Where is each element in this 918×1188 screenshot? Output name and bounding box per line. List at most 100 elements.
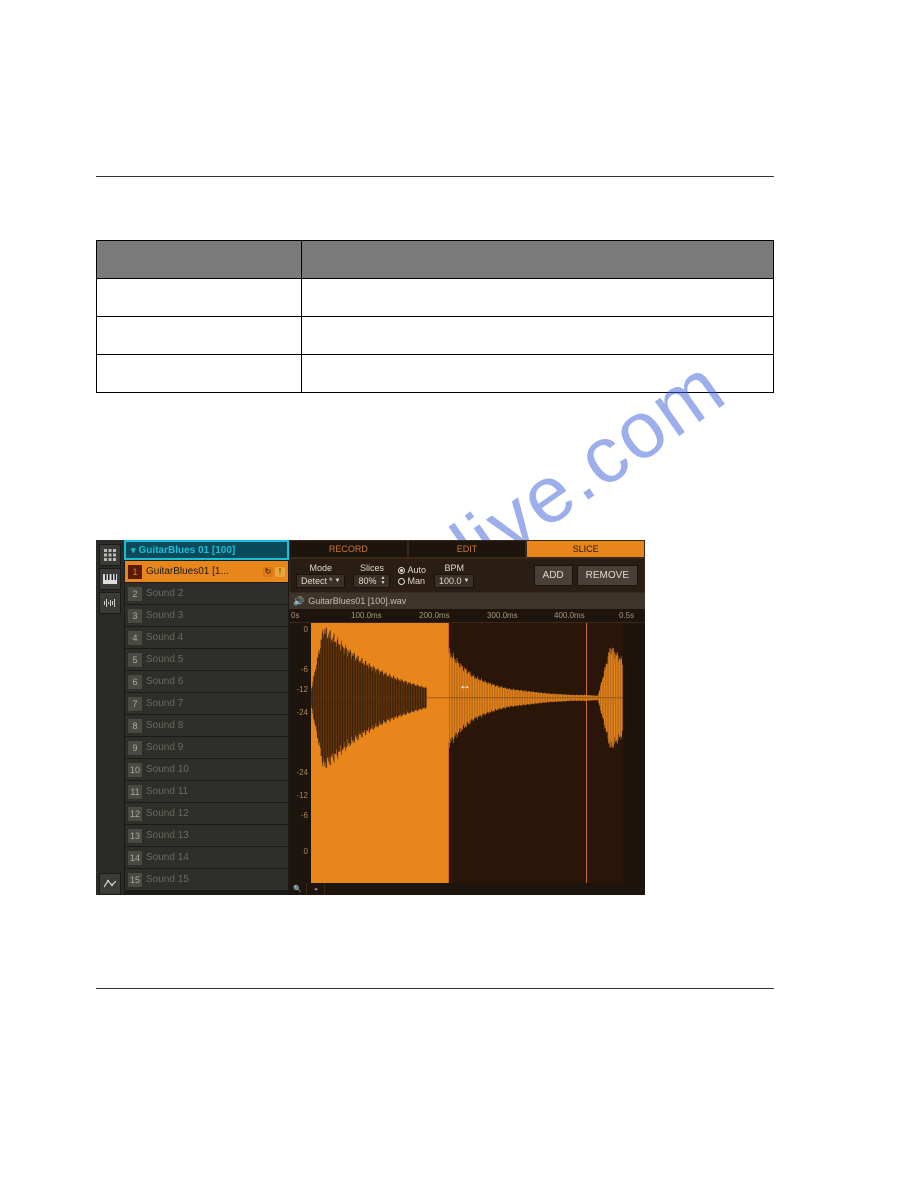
r1c2: [302, 279, 774, 317]
chevron-down-icon: ▼: [335, 578, 341, 584]
sound-name: GuitarBlues01 [1...: [146, 566, 263, 577]
tab-edit[interactable]: EDIT: [408, 540, 527, 558]
loop-icon[interactable]: ↻: [263, 567, 273, 577]
sound-row[interactable]: 14 Sound 14: [125, 847, 288, 868]
db-scale-left: 0 -6 -12 -24 -24 -12 -6 0: [289, 623, 311, 883]
radio-dot-icon: [398, 567, 405, 574]
speaker-icon[interactable]: 🔊: [293, 596, 304, 607]
sound-index: 5: [128, 653, 142, 667]
sound-name: Sound 15: [146, 874, 285, 885]
waveform-svg: [311, 623, 623, 773]
sound-name: Sound 13: [146, 830, 285, 841]
waveform-view[interactable]: 0 -6 -12 -24 -24 -12 -6 0 ↔: [289, 623, 645, 883]
left-icon-rail: [96, 540, 124, 895]
sound-index: 11: [128, 785, 142, 799]
bpm-dropdown[interactable]: 100.0▼: [434, 574, 474, 588]
sound-index: 14: [128, 851, 142, 865]
keyboard-view-icon[interactable]: [99, 568, 121, 590]
sound-index: 2: [128, 587, 142, 601]
rule-top: [96, 176, 774, 177]
sound-name: Sound 12: [146, 808, 285, 819]
sound-index: 7: [128, 697, 142, 711]
sample-editor: RECORD EDIT SLICE Mode Detect*▼ Slices 8…: [289, 540, 645, 895]
ruler-tick: 200.0ms: [419, 611, 450, 620]
sound-index: 12: [128, 807, 142, 821]
sound-row[interactable]: 12 Sound 12: [125, 803, 288, 824]
sound-row[interactable]: 3 Sound 3: [125, 605, 288, 626]
auto-radio[interactable]: Auto: [398, 565, 426, 575]
grid-view-icon[interactable]: [99, 544, 121, 566]
spec-table: [96, 240, 774, 393]
db-scale-right: [623, 623, 645, 883]
slices-group: Slices 80% ▲▼: [353, 563, 390, 588]
info-icon[interactable]: !: [275, 567, 285, 577]
scroll-left-icon[interactable]: ◂: [307, 883, 325, 895]
add-button[interactable]: ADD: [534, 565, 573, 586]
filename: GuitarBlues01 [100].wav: [308, 596, 406, 606]
r3c2: [302, 355, 774, 393]
sound-row[interactable]: 5 Sound 5: [125, 649, 288, 670]
sound-index: 9: [128, 741, 142, 755]
waveform-canvas[interactable]: ↔: [311, 623, 623, 883]
wave-view-icon[interactable]: [99, 592, 121, 614]
sound-name: Sound 9: [146, 742, 285, 753]
sound-index: 4: [128, 631, 142, 645]
sound-row[interactable]: 7Sound 7: [125, 693, 288, 714]
sound-name: Sound 5: [146, 654, 285, 665]
sound-list: 1GuitarBlues01 [1...↻!2Sound 23Sound 34S…: [124, 560, 289, 895]
sound-row[interactable]: 8Sound 8: [125, 715, 288, 736]
sound-badges: ↻!: [263, 567, 285, 577]
mode-dropdown[interactable]: Detect*▼: [296, 574, 345, 588]
zoom-icon[interactable]: 🔍: [289, 883, 307, 895]
slices-spinner[interactable]: 80% ▲▼: [353, 574, 390, 588]
editor-tabs: RECORD EDIT SLICE: [289, 540, 645, 558]
sound-row[interactable]: 6 Sound 6: [125, 671, 288, 692]
ruler-tick: 400.0ms: [554, 611, 585, 620]
sound-name: Sound 10: [146, 764, 285, 775]
group-header[interactable]: ▾ GuitarBlues 01 [100]: [124, 540, 289, 560]
th1: [97, 241, 302, 279]
sound-row[interactable]: 4Sound 4: [125, 627, 288, 648]
r2c1: [97, 317, 302, 355]
sound-row[interactable]: 9 Sound 9: [125, 737, 288, 758]
bottom-bar: 🔍 ◂: [289, 883, 645, 895]
sound-row[interactable]: 11 Sound 11: [125, 781, 288, 802]
r1c1: [97, 279, 302, 317]
sound-row[interactable]: 2 Sound 2: [125, 583, 288, 604]
bpm-label: BPM: [444, 563, 464, 573]
sound-panel: ▾ GuitarBlues 01 [100] 1 GuitarBlues01 [1…: [124, 540, 289, 895]
bpm-group: BPM 100.0▼: [434, 563, 474, 588]
rail-spacer: [99, 616, 121, 871]
tab-record[interactable]: RECORD: [289, 540, 408, 558]
man-radio[interactable]: Man: [398, 576, 426, 586]
sound-name: Sound 6: [146, 676, 285, 687]
sound-row[interactable]: 1 GuitarBlues01 [1...↻!: [125, 561, 288, 582]
sound-row[interactable]: 15 Sound 15: [125, 869, 288, 890]
sound-name: Sound 2: [146, 588, 285, 599]
app-window: ▾ GuitarBlues 01 [100] 1 GuitarBlues01 [1…: [96, 540, 645, 895]
sound-index: 6: [128, 675, 142, 689]
resize-cursor-icon: ↔: [459, 678, 471, 692]
sound-index: 1: [128, 565, 142, 579]
slice-controls: Mode Detect*▼ Slices 80% ▲▼ Auto Man BPM: [289, 558, 645, 593]
ruler-tick: 0.5s: [619, 611, 634, 620]
time-ruler[interactable]: 0s 100.0ms 200.0ms 300.0ms 400.0ms 0.5s: [289, 609, 645, 623]
automation-icon[interactable]: [99, 873, 121, 895]
mode-group: Mode Detect*▼: [296, 563, 345, 588]
sound-index: 15: [128, 873, 142, 887]
tab-slice[interactable]: SLICE: [526, 540, 645, 558]
sound-name: Sound 14: [146, 852, 285, 863]
remove-button[interactable]: REMOVE: [577, 565, 638, 586]
sound-index: 10: [128, 763, 142, 777]
sound-name: Sound 3: [146, 610, 285, 621]
sound-row[interactable]: 10 Sound 10: [125, 759, 288, 780]
sound-row[interactable]: 13Sound 13: [125, 825, 288, 846]
r2c2: [302, 317, 774, 355]
sound-index: 3: [128, 609, 142, 623]
automan-group: Auto Man: [398, 565, 426, 586]
r3c1: [97, 355, 302, 393]
sound-name: Sound 11: [146, 786, 285, 797]
scrollbar-track[interactable]: [325, 883, 645, 895]
th2: [302, 241, 774, 279]
sound-index: 8: [128, 719, 142, 733]
